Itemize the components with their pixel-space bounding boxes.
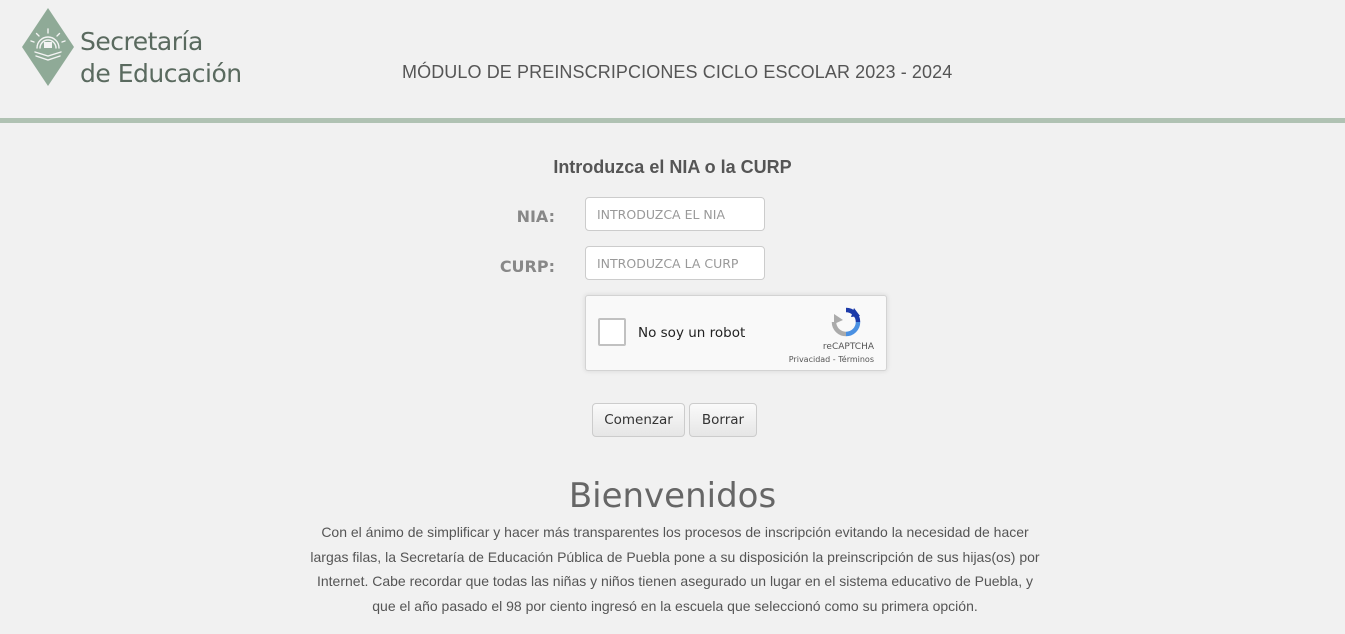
secretaria-logo-icon [22,8,74,86]
nia-input[interactable] [585,197,765,231]
page-header: Secretaría de Educación MÓDULO DE PREINS… [0,0,1345,118]
recaptcha-label: No soy un robot [638,325,746,341]
start-button[interactable]: Comenzar [592,403,685,437]
nia-label: NIA: [516,207,555,226]
recaptcha-widget: No soy un robot reCAPTCHA Privacidad - T… [585,295,887,371]
welcome-text: Con el ánimo de simplificar y hacer más … [310,524,1040,614]
curp-input[interactable] [585,246,765,280]
module-title: MÓDULO DE PREINSCRIPCIONES CICLO ESCOLAR… [402,62,953,82]
form-heading: Introduzca el NIA o la CURP [553,157,792,177]
curp-label: CURP: [499,257,555,276]
header-divider [0,118,1345,123]
recaptcha-terms-link[interactable]: Términos [838,355,874,364]
secretaria-logo-text: Secretaría de Educación [80,26,242,90]
recaptcha-logo-icon [831,307,861,337]
clear-button[interactable]: Borrar [689,403,757,437]
recaptcha-privacy-link[interactable]: Privacidad [789,355,831,364]
logo-line-2: de Educación [80,59,242,88]
logo-line-1: Secretaría [80,27,203,56]
recaptcha-links: Privacidad - Términos [789,355,874,364]
recaptcha-brand: reCAPTCHA [822,342,874,352]
recaptcha-checkbox[interactable] [598,318,626,346]
welcome-title: Bienvenidos [568,476,777,516]
